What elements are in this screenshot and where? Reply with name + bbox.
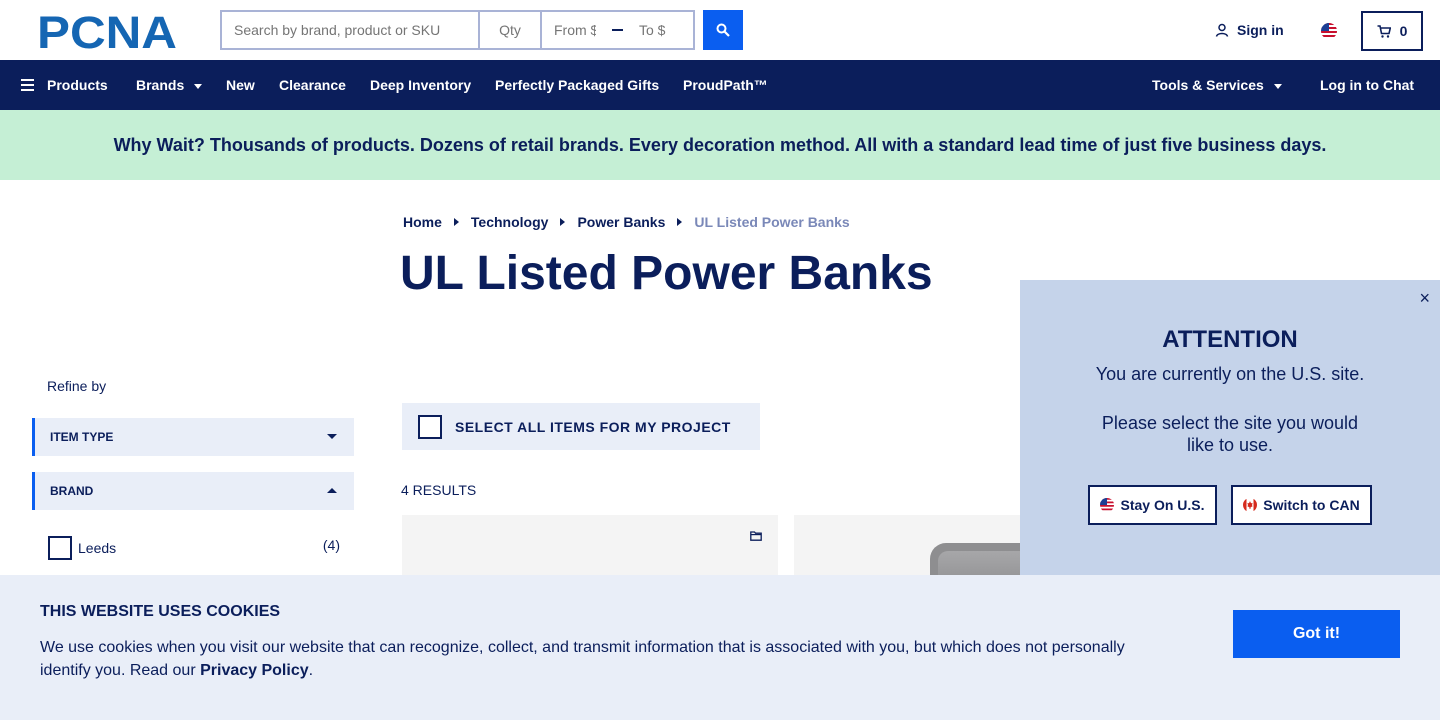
cart-count: 0 [1399, 23, 1408, 39]
promo-banner: Why Wait? Thousands of products. Dozens … [0, 110, 1440, 180]
nav-deep-inventory-label: Deep Inventory [370, 77, 472, 93]
user-icon [1215, 23, 1229, 37]
nav-deep-inventory[interactable]: Deep Inventory [370, 60, 471, 110]
select-all-toggle[interactable]: SELECT ALL ITEMS FOR MY PROJECT [402, 403, 760, 450]
chevron-down-icon [1273, 83, 1282, 89]
nav-proudpath-label: ProudPath™ [683, 77, 768, 93]
switch-can-button[interactable]: Switch to CAN [1231, 485, 1372, 525]
hamburger-icon [21, 79, 34, 91]
price-from-input[interactable] [542, 12, 608, 48]
select-all-checkbox[interactable] [418, 414, 442, 439]
nav-proudpath[interactable]: ProudPath™ [683, 60, 768, 110]
close-icon[interactable]: × [1419, 288, 1430, 309]
cookie-title: THIS WEBSITE USES COOKIES [40, 603, 281, 620]
page-title: UL Listed Power Banks [400, 247, 933, 300]
chevron-down-icon [194, 83, 203, 89]
folder-icon[interactable] [750, 531, 762, 541]
nav-tools-label: Tools & Services [1152, 77, 1264, 93]
brand-leeds-label: Leeds [78, 540, 117, 556]
cookie-period: . [308, 662, 314, 679]
breadcrumb-technology[interactable]: Technology [471, 214, 549, 230]
nav-new-label: New [226, 77, 255, 93]
results-count: 4 RESULTS [401, 482, 477, 498]
nav-clearance[interactable]: Clearance [279, 60, 346, 110]
breadcrumb-separator-icon [677, 218, 683, 226]
cookie-accept-button[interactable]: Got it! [1233, 610, 1400, 658]
sign-in-label: Sign in [1237, 22, 1284, 38]
us-flag-icon[interactable] [1321, 23, 1337, 39]
search-bar [220, 10, 695, 50]
dialog-select-site-text: Please select the site you would like to… [1101, 413, 1359, 455]
us-flag-icon [1100, 498, 1115, 512]
brand-leeds-checkbox[interactable] [48, 536, 72, 560]
dialog-title: ATTENTION [1162, 326, 1298, 353]
cart-icon [1377, 24, 1391, 38]
sign-in-link[interactable]: Sign in [1215, 22, 1284, 38]
breadcrumb-current: UL Listed Power Banks [694, 214, 850, 230]
nav-tools-services[interactable]: Tools & Services [1152, 60, 1282, 110]
price-range [540, 10, 695, 50]
brand-option-leeds[interactable]: Leeds (4) [48, 536, 340, 560]
nav-brands[interactable]: Brands [136, 60, 203, 110]
promo-text: Why Wait? Thousands of products. Dozens … [113, 134, 1327, 155]
region-select-dialog: × ATTENTION You are currently on the U.S… [1020, 280, 1440, 575]
nav-gifts-label: Perfectly Packaged Gifts [495, 77, 660, 93]
canada-flag-icon [1243, 498, 1258, 512]
chevron-down-icon [327, 434, 337, 439]
stay-us-label: Stay On U.S. [1120, 497, 1205, 513]
search-input[interactable] [220, 10, 478, 50]
facet-item-type[interactable]: ITEM TYPE [32, 418, 354, 456]
refine-label: Refine by [47, 378, 107, 394]
search-icon [716, 23, 730, 37]
cookie-message: We use cookies when you visit our websit… [40, 636, 1160, 682]
chevron-up-icon [327, 488, 337, 493]
breadcrumb-separator-icon [453, 218, 459, 226]
nav-products[interactable]: Products [21, 60, 108, 110]
nav-chat-login[interactable]: Log in to Chat [1320, 60, 1414, 110]
breadcrumb: Home Technology Power Banks UL Listed Po… [403, 214, 850, 230]
nav-clearance-label: Clearance [279, 77, 346, 93]
privacy-policy-link[interactable]: Privacy Policy [200, 662, 309, 679]
price-to-input[interactable] [627, 12, 693, 48]
nav-new[interactable]: New [226, 60, 255, 110]
main-nav: Products Brands New Clearance Deep Inven… [0, 60, 1440, 110]
switch-can-label: Switch to CAN [1263, 497, 1360, 513]
select-all-label: SELECT ALL ITEMS FOR MY PROJECT [455, 418, 731, 435]
nav-products-label: Products [47, 77, 108, 93]
breadcrumb-home[interactable]: Home [403, 214, 442, 230]
dialog-current-site-text: You are currently on the U.S. site. [1095, 364, 1365, 384]
top-header: PCNA Sign in [0, 0, 1440, 60]
stay-us-button[interactable]: Stay On U.S. [1088, 485, 1217, 525]
nav-chat-label: Log in to Chat [1320, 77, 1415, 93]
breadcrumb-separator-icon [560, 218, 566, 226]
brand-leeds-count: (4) [322, 537, 340, 553]
cookie-banner: THIS WEBSITE USES COOKIES We use cookies… [0, 575, 1440, 720]
qty-input[interactable] [478, 10, 540, 50]
pcna-logo[interactable]: PCNA [37, 12, 184, 50]
logo-text: PCNA [37, 12, 177, 50]
nav-brands-label: Brands [136, 77, 185, 93]
cart-button[interactable]: 0 [1361, 11, 1423, 51]
nav-gifts[interactable]: Perfectly Packaged Gifts [495, 60, 659, 110]
facet-brand[interactable]: BRAND [32, 472, 354, 510]
facet-brand-label: BRAND [50, 484, 94, 498]
facet-item-type-label: ITEM TYPE [50, 430, 114, 444]
search-button[interactable] [703, 10, 743, 50]
breadcrumb-power-banks[interactable]: Power Banks [577, 214, 665, 230]
price-dash [612, 29, 623, 31]
